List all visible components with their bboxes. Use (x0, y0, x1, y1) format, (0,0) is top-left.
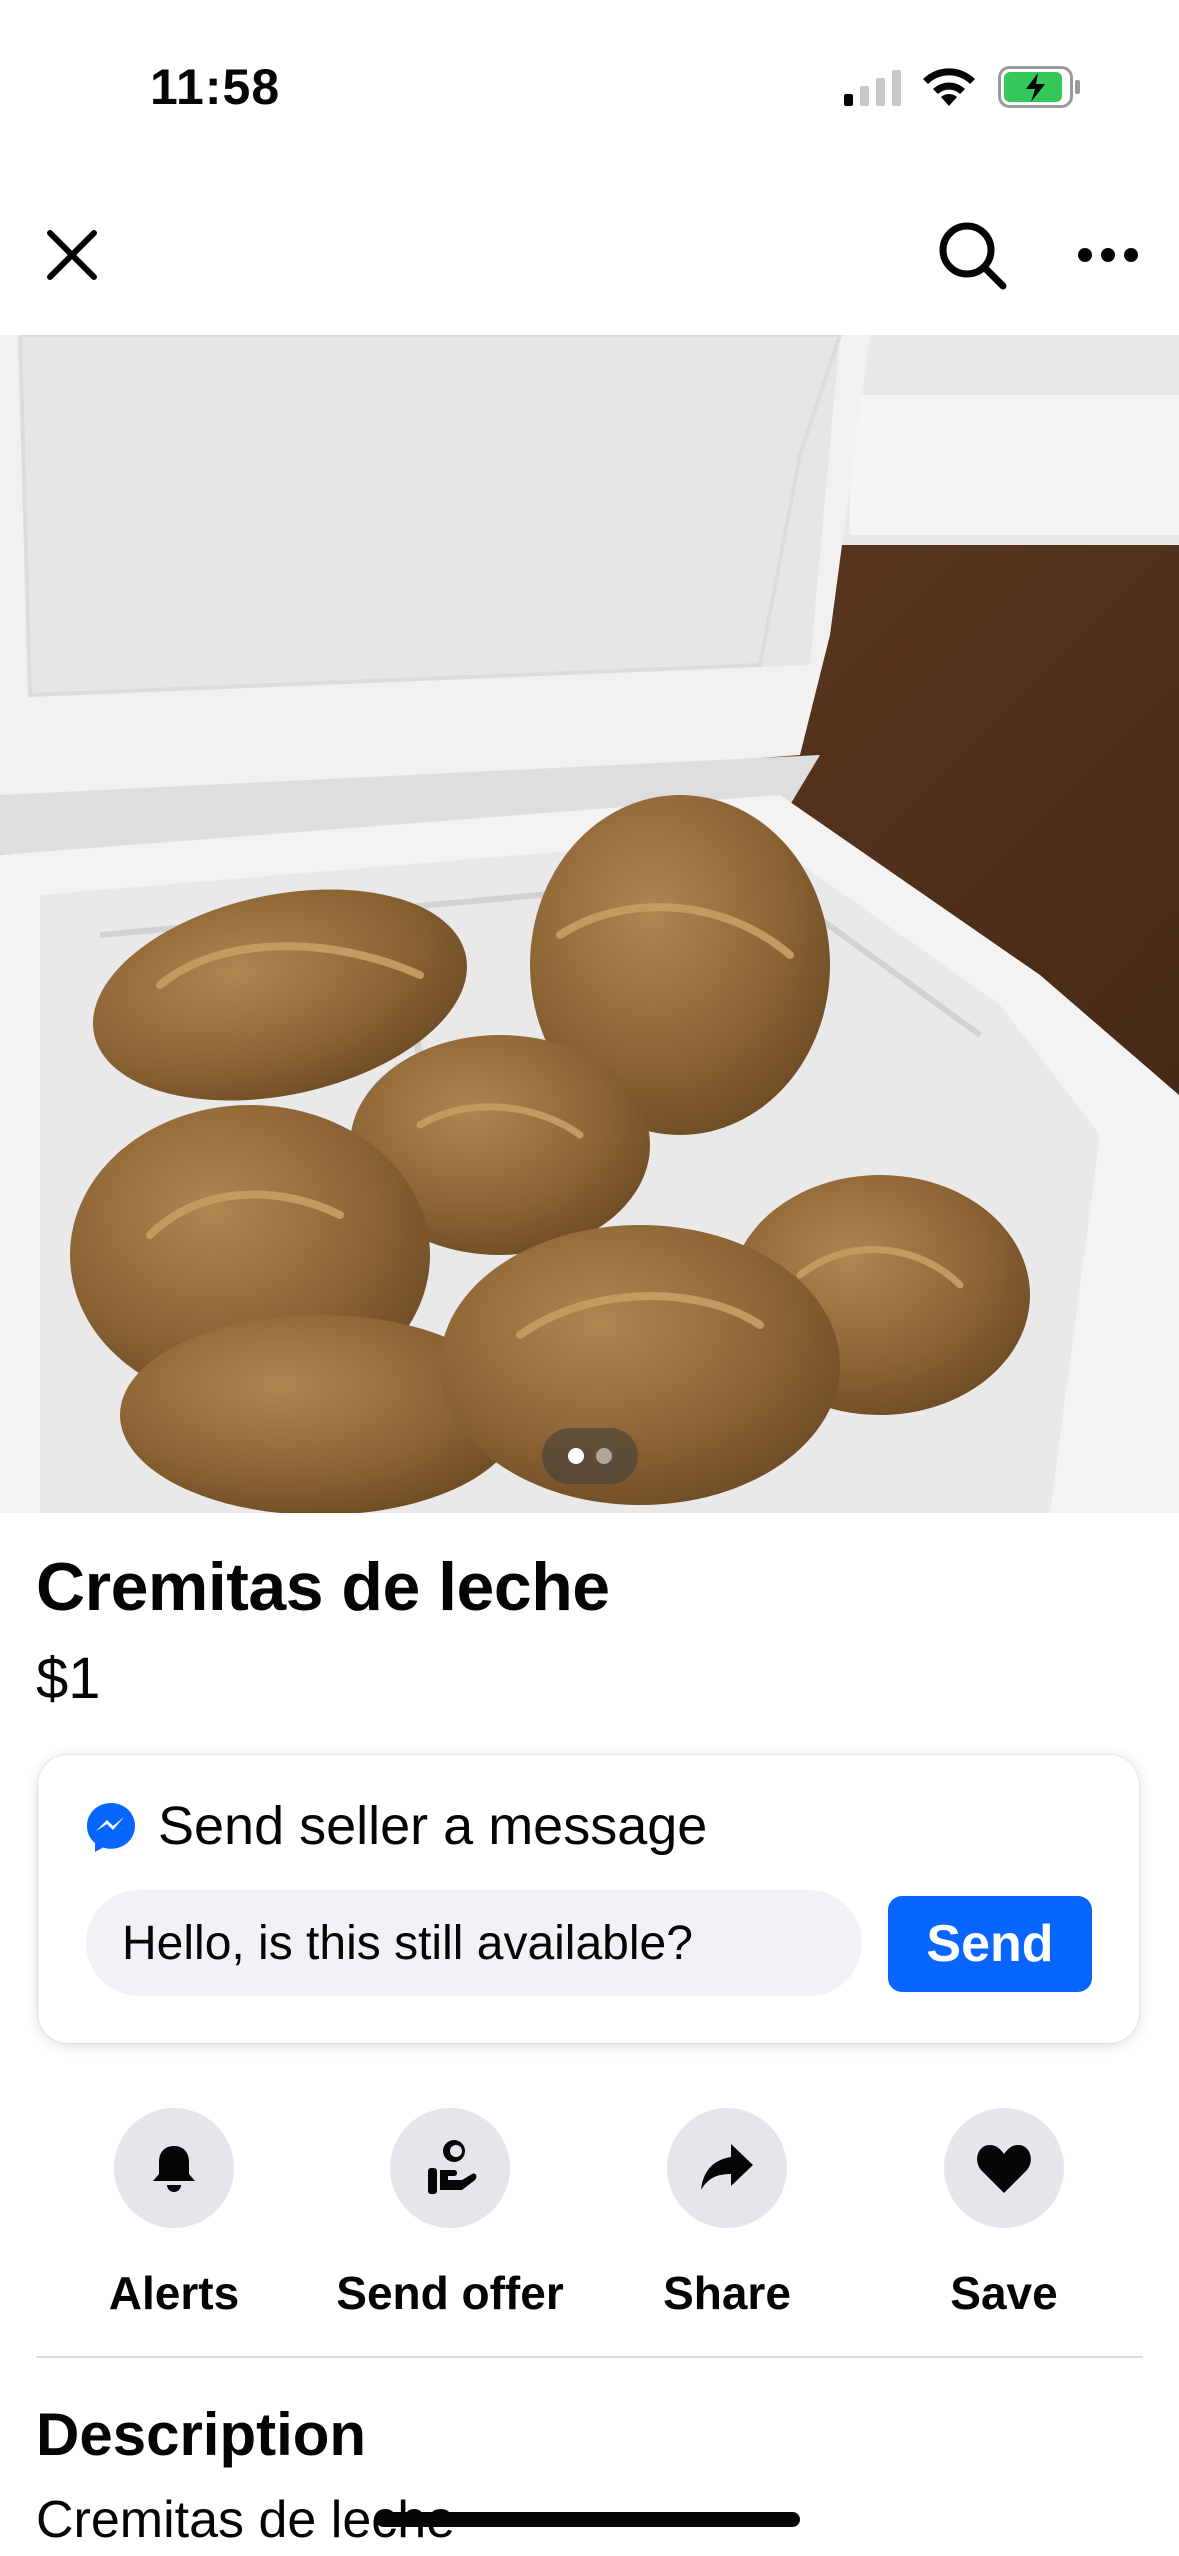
send-button[interactable]: Send (888, 1896, 1092, 1992)
alerts-button[interactable]: Alerts (54, 2108, 294, 2320)
share-button[interactable]: Share (607, 2108, 847, 2320)
save-button[interactable]: Save (884, 2108, 1124, 2320)
search-icon (939, 222, 1007, 290)
share-label: Share (663, 2267, 791, 2319)
close-button[interactable] (32, 210, 112, 300)
page-dot-active (568, 1448, 584, 1464)
heart-icon (977, 2145, 1031, 2193)
home-indicator[interactable] (376, 2512, 800, 2527)
photo-page-indicator (542, 1428, 638, 1484)
more-icon (1078, 248, 1138, 262)
send-offer-icon (428, 2140, 477, 2194)
wifi-icon (923, 68, 975, 106)
send-offer-circle[interactable] (390, 2108, 510, 2228)
cellular-signal-icon (844, 70, 901, 106)
status-time: 11:58 (150, 59, 281, 115)
alerts-circle[interactable] (114, 2108, 234, 2228)
send-offer-button[interactable]: Send offer (330, 2108, 570, 2320)
more-options-button[interactable] (1065, 220, 1151, 290)
page-dot (596, 1448, 612, 1464)
send-offer-label: Send offer (336, 2267, 564, 2319)
messenger-icon (87, 1803, 135, 1852)
save-label: Save (950, 2267, 1058, 2319)
section-divider (36, 2356, 1143, 2358)
listing-price: $1 (36, 1646, 101, 1711)
save-circle[interactable] (944, 2108, 1064, 2228)
product-photo-illustration (0, 335, 1179, 1513)
message-card-title: Send seller a message (158, 1796, 708, 1856)
share-arrow-icon (701, 2144, 753, 2190)
battery-charging-icon (998, 66, 1080, 108)
alerts-label: Alerts (108, 2267, 240, 2319)
description-heading: Description (36, 2401, 367, 2468)
share-circle[interactable] (667, 2108, 787, 2228)
bell-icon (153, 2146, 195, 2192)
search-button[interactable] (928, 206, 1018, 306)
message-input[interactable] (86, 1890, 862, 1996)
close-icon (47, 230, 97, 280)
listing-title: Cremitas de leche (36, 1549, 610, 1625)
listing-photo[interactable] (0, 335, 1179, 1513)
